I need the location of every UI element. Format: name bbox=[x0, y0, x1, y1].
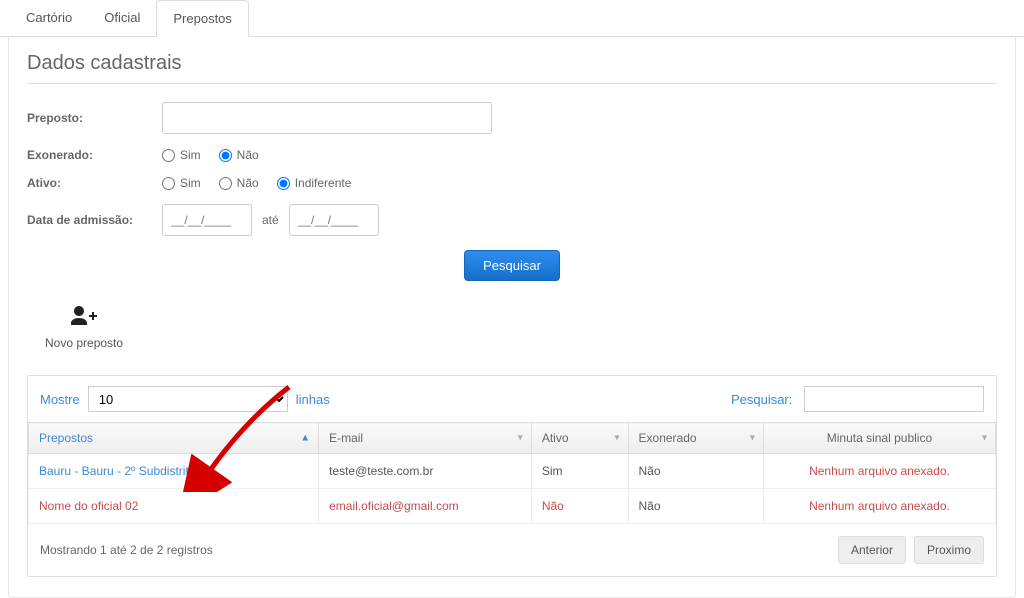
section-title: Dados cadastrais bbox=[27, 52, 997, 75]
exonerado-sim-radio[interactable] bbox=[162, 149, 175, 162]
col-ativo[interactable]: Ativo ▾ bbox=[531, 423, 628, 454]
data-admissao-end-input[interactable] bbox=[289, 204, 379, 236]
linhas-label: linhas bbox=[296, 392, 330, 407]
ativo-indiferente-label: Indiferente bbox=[295, 176, 352, 190]
exonerado-sim-label: Sim bbox=[180, 148, 201, 162]
main-panel: Dados cadastrais Preposto: Exonerado: Si… bbox=[8, 37, 1016, 598]
prev-button[interactable]: Anterior bbox=[838, 536, 906, 564]
tab-bar: Cartório Oficial Prepostos bbox=[0, 0, 1024, 37]
col-prepostos[interactable]: Prepostos ▲ bbox=[29, 423, 319, 454]
row-preposto-link[interactable]: Nome do oficial 02 bbox=[29, 489, 319, 524]
sort-icon: ▾ bbox=[614, 433, 619, 444]
sort-icon: ▾ bbox=[982, 433, 987, 444]
novo-preposto-button[interactable]: Novo preposto bbox=[45, 306, 123, 350]
results-table-container: Mostre 10 linhas Pesquisar: Prepostos ▲ bbox=[27, 375, 997, 577]
row-ativo: Sim bbox=[531, 454, 628, 489]
col-minuta[interactable]: Minuta sinal publico ▾ bbox=[763, 423, 995, 454]
row-minuta: Nenhum arquivo anexado. bbox=[763, 454, 995, 489]
ativo-indiferente-radio[interactable] bbox=[277, 177, 290, 190]
table-row: Bauru - Bauru - 2º Subdistrito teste@tes… bbox=[29, 454, 996, 489]
data-admissao-label: Data de admissão: bbox=[27, 213, 162, 227]
col-exonerado[interactable]: Exonerado ▾ bbox=[628, 423, 763, 454]
novo-preposto-label: Novo preposto bbox=[45, 336, 123, 350]
mostre-select[interactable]: 10 bbox=[88, 386, 288, 412]
add-user-icon bbox=[71, 306, 97, 332]
exonerado-nao-radio[interactable] bbox=[219, 149, 232, 162]
row-exonerado: Não bbox=[628, 454, 763, 489]
row-exonerado: Não bbox=[628, 489, 763, 524]
row-preposto-link[interactable]: Bauru - Bauru - 2º Subdistrito bbox=[29, 454, 319, 489]
row-email: email.oficial@gmail.com bbox=[319, 489, 532, 524]
sort-icon: ▾ bbox=[518, 433, 523, 444]
row-email: teste@teste.com.br bbox=[319, 454, 532, 489]
sort-asc-icon: ▲ bbox=[300, 433, 310, 444]
table-info: Mostrando 1 até 2 de 2 registros bbox=[40, 543, 213, 557]
ativo-label: Ativo: bbox=[27, 176, 162, 190]
ativo-nao-label: Não bbox=[237, 176, 259, 190]
tab-prepostos[interactable]: Prepostos bbox=[156, 0, 249, 37]
row-minuta: Nenhum arquivo anexado. bbox=[763, 489, 995, 524]
results-table: Prepostos ▲ E-mail ▾ Ativo ▾ Exonerado ▾ bbox=[28, 422, 996, 524]
table-search-input[interactable] bbox=[804, 386, 984, 412]
pesquisar-button[interactable]: Pesquisar bbox=[464, 250, 560, 281]
exonerado-nao-label: Não bbox=[237, 148, 259, 162]
table-row: Nome do oficial 02 email.oficial@gmail.c… bbox=[29, 489, 996, 524]
row-ativo: Não bbox=[531, 489, 628, 524]
preposto-input[interactable] bbox=[162, 102, 492, 134]
next-button[interactable]: Proximo bbox=[914, 536, 984, 564]
mostre-label: Mostre bbox=[40, 392, 80, 407]
tab-cartorio[interactable]: Cartório bbox=[10, 0, 88, 36]
ativo-nao-radio[interactable] bbox=[219, 177, 232, 190]
ativo-sim-radio[interactable] bbox=[162, 177, 175, 190]
sort-icon: ▾ bbox=[750, 433, 755, 444]
table-search-label: Pesquisar: bbox=[731, 392, 792, 407]
date-separator: até bbox=[262, 213, 279, 227]
preposto-label: Preposto: bbox=[27, 111, 162, 125]
ativo-sim-label: Sim bbox=[180, 176, 201, 190]
tab-oficial[interactable]: Oficial bbox=[88, 0, 156, 36]
col-email[interactable]: E-mail ▾ bbox=[319, 423, 532, 454]
section-divider bbox=[27, 83, 997, 84]
exonerado-label: Exonerado: bbox=[27, 148, 162, 162]
data-admissao-start-input[interactable] bbox=[162, 204, 252, 236]
